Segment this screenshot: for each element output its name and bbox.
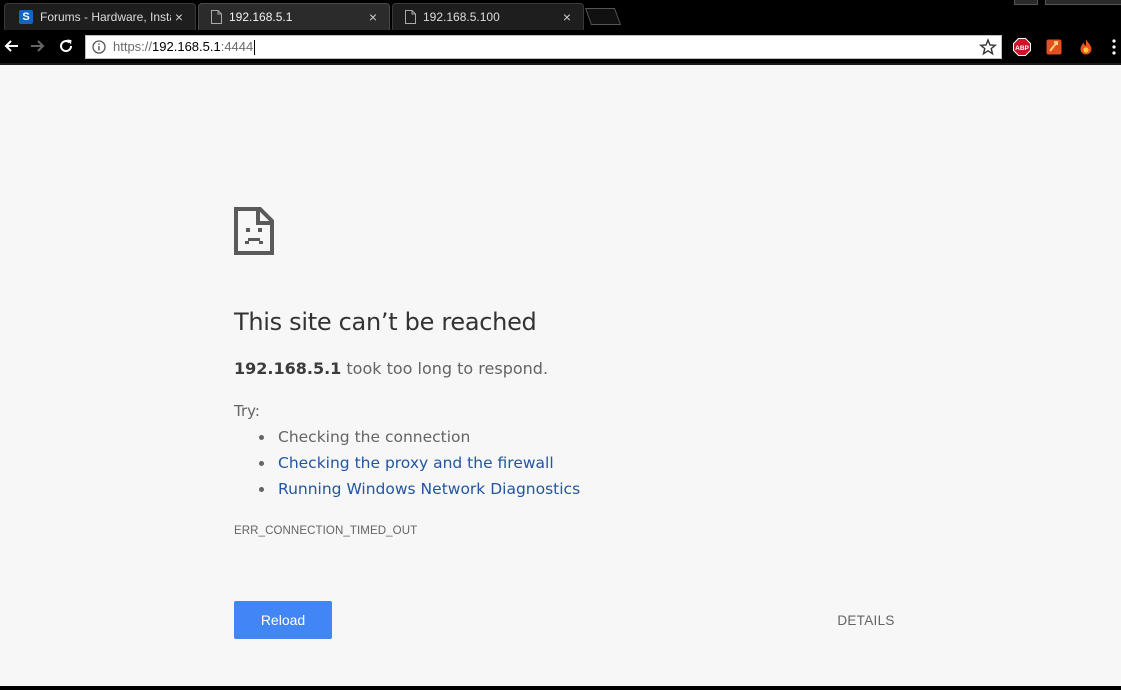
address-bar[interactable]: https://192.168.5.1:4444 — [85, 35, 1002, 59]
arrow-left-icon — [4, 40, 18, 52]
suggestion-text: Checking the connection — [278, 428, 471, 446]
fire-extension-icon[interactable] — [1077, 38, 1095, 56]
close-icon[interactable]: × — [559, 9, 575, 25]
try-label: Try: — [234, 402, 260, 420]
bullet — [259, 461, 264, 466]
tab-title: Forums - Hardware, Insta — [40, 10, 171, 24]
close-icon[interactable]: × — [171, 9, 187, 25]
info-icon[interactable] — [92, 40, 106, 54]
url-host: 192.168.5.1 — [152, 38, 221, 54]
network-diagnostics-link[interactable]: Running Windows Network Diagnostics — [278, 480, 580, 498]
error-code: ERR_CONNECTION_TIMED_OUT — [234, 525, 418, 537]
tab-strip: S Forums - Hardware, Insta × 192.168.5.1… — [0, 0, 1121, 30]
s-logo-icon: S — [19, 10, 33, 24]
kebab-menu-icon[interactable] — [1112, 39, 1116, 55]
arrow-right-icon — [31, 40, 45, 52]
page-icon — [405, 10, 416, 24]
error-host: 192.168.5.1 — [234, 359, 342, 378]
reload-button[interactable]: Reload — [234, 601, 332, 639]
details-button[interactable]: DETAILS — [822, 605, 910, 635]
suggestion-check-connection: Checking the connection — [234, 425, 580, 451]
tab-title: 192.168.5.1 — [229, 10, 293, 24]
suggestion-check-proxy: Checking the proxy and the firewall — [234, 451, 580, 477]
url-port: :4444 — [220, 38, 254, 54]
page-title: This site can’t be reached — [234, 308, 537, 336]
bullet — [259, 435, 264, 440]
error-summary: 192.168.5.1 took too long to respond. — [234, 359, 548, 378]
close-icon[interactable]: × — [365, 9, 381, 25]
bottom-border — [0, 686, 1121, 690]
tab-title: 192.168.5.100 — [423, 10, 500, 24]
abp-label: ABP — [1015, 45, 1029, 52]
window-control[interactable] — [1045, 0, 1121, 5]
tab-192-168-5-1[interactable]: 192.168.5.1 × — [198, 3, 390, 30]
page-content: This site can’t be reached 192.168.5.1 t… — [0, 65, 1121, 686]
reload-toolbar-button[interactable] — [55, 35, 77, 57]
bullet — [259, 487, 264, 492]
check-proxy-link[interactable]: Checking the proxy and the firewall — [278, 454, 554, 472]
suggestion-network-diagnostics: Running Windows Network Diagnostics — [234, 477, 580, 503]
back-button[interactable] — [0, 35, 22, 57]
bookmark-star-icon[interactable] — [979, 38, 997, 56]
error-summary-text: took too long to respond. — [341, 359, 549, 378]
adblock-plus-icon[interactable]: ABP — [1013, 38, 1031, 56]
text-caret — [254, 40, 256, 56]
new-tab-button[interactable] — [584, 8, 622, 25]
url-scheme: https:// — [113, 38, 153, 54]
bookmark-extension-icon[interactable] — [1045, 38, 1063, 56]
forward-button[interactable] — [27, 35, 49, 57]
url-text: https://192.168.5.1:4444 — [113, 38, 256, 56]
tab-forums[interactable]: S Forums - Hardware, Insta × — [4, 3, 196, 30]
sad-page-icon — [234, 207, 274, 255]
suggestions-list: Checking the connection Checking the pro… — [234, 425, 580, 503]
tab-192-168-5-100[interactable]: 192.168.5.100 × — [392, 3, 584, 30]
reload-icon — [60, 39, 73, 53]
window-control[interactable] — [1014, 0, 1038, 5]
browser-toolbar: https://192.168.5.1:4444 ABP — [0, 30, 1121, 64]
page-icon — [211, 10, 222, 24]
